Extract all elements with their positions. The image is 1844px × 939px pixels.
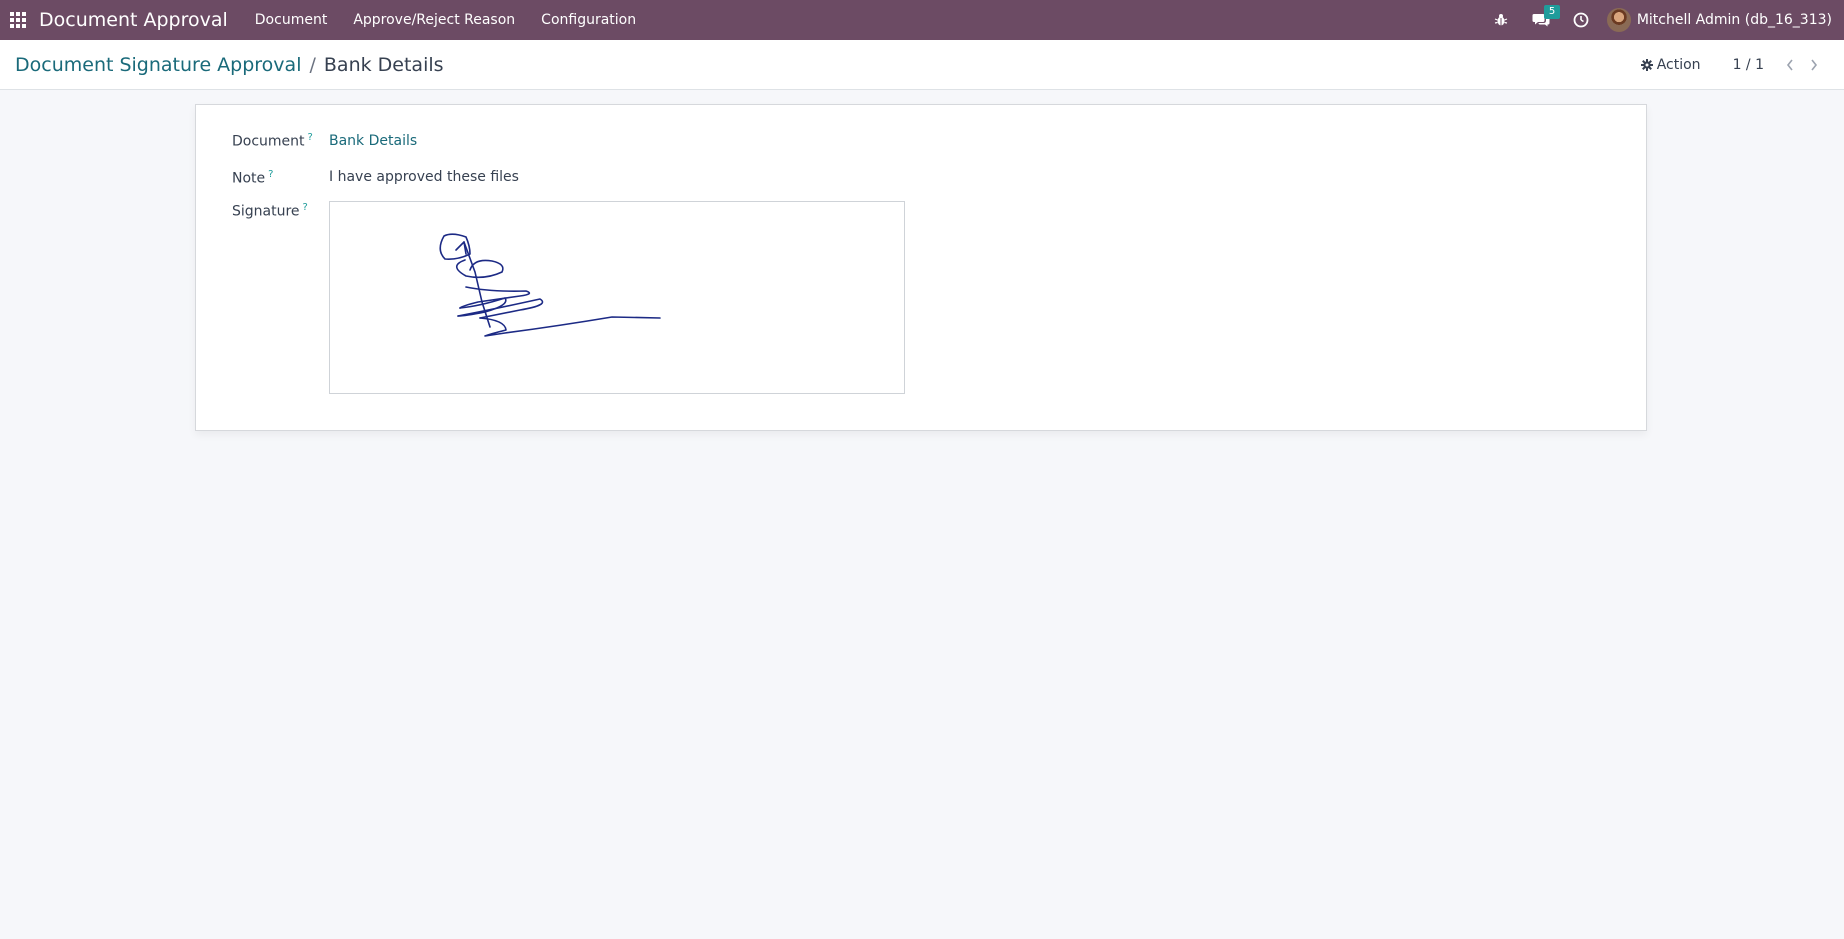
debug-button[interactable] (1481, 0, 1521, 40)
systray: 5 Mitchell Admin (db_16_313) (1481, 0, 1844, 40)
signature-image (439, 233, 661, 337)
signature-field[interactable] (329, 201, 905, 394)
signature-help-tooltip[interactable]: ? (303, 202, 308, 213)
activities-button[interactable] (1561, 0, 1601, 40)
clock-icon (1573, 12, 1589, 28)
apps-grid-icon (10, 12, 26, 28)
breadcrumb-parent-link[interactable]: Document Signature Approval (15, 54, 301, 76)
menu-document[interactable]: Document (242, 0, 341, 40)
avatar (1606, 8, 1631, 32)
user-menu[interactable]: Mitchell Admin (db_16_313) (1601, 0, 1844, 40)
action-button[interactable]: Action (1640, 56, 1701, 73)
messages-button[interactable]: 5 (1521, 0, 1561, 40)
bug-icon (1494, 14, 1508, 26)
user-name: Mitchell Admin (db_16_313) (1636, 12, 1832, 28)
document-help-tooltip[interactable]: ? (308, 132, 313, 143)
note-field-value[interactable]: I have approved these files (329, 169, 519, 185)
main-navbar: Document Approval Document Approve/Rejec… (0, 0, 1844, 40)
form-sheet: Document? Bank Details Note? I have appr… (195, 104, 1647, 431)
note-help-tooltip[interactable]: ? (268, 169, 273, 180)
document-label-text: Document (232, 133, 305, 150)
chevron-left-icon (1786, 59, 1793, 70)
breadcrumb-current: Bank Details (323, 53, 444, 76)
action-label: Action (1656, 56, 1701, 73)
note-label-text: Note (232, 170, 266, 187)
note-field-label: Note? (232, 169, 273, 187)
menu-approve-reject-reason[interactable]: Approve/Reject Reason (340, 0, 528, 40)
document-field-value[interactable]: Bank Details (329, 133, 417, 149)
signature-field-label: Signature? (232, 202, 308, 220)
apps-menu-button[interactable] (0, 0, 36, 40)
document-field-label: Document? (232, 132, 313, 150)
signature-label-text: Signature (232, 203, 300, 220)
control-panel: Document Signature Approval / Bank Detai… (0, 40, 1844, 90)
breadcrumb: Document Signature Approval / Bank Detai… (15, 54, 444, 76)
control-panel-right: Action 1 / 1 (1640, 53, 1844, 77)
app-brand[interactable]: Document Approval (39, 9, 228, 31)
gear-icon (1640, 58, 1653, 71)
breadcrumb-separator: / (309, 53, 316, 76)
menu-configuration[interactable]: Configuration (528, 0, 649, 40)
pager-value[interactable]: 1 / 1 (1733, 57, 1764, 73)
pager-next-button[interactable] (1802, 53, 1826, 77)
pager-previous-button[interactable] (1778, 53, 1802, 77)
messages-badge: 5 (1543, 5, 1561, 19)
chevron-right-icon (1811, 59, 1818, 70)
